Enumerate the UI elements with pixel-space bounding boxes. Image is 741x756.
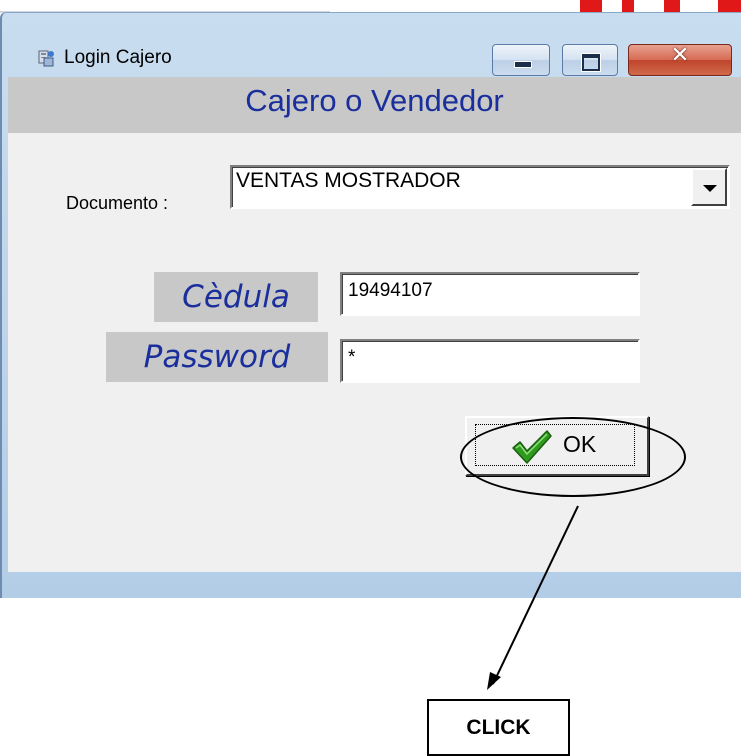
annotation-ellipse — [460, 417, 686, 497]
window-title: Login Cajero — [64, 47, 172, 68]
minimize-button[interactable] — [492, 44, 550, 76]
background-red-mark — [580, 0, 602, 12]
maximize-button[interactable] — [562, 44, 618, 76]
documento-dropdown-button[interactable] — [691, 168, 727, 206]
heading-band: Cajero o Vendedor — [8, 77, 741, 133]
background-red-mark — [664, 0, 680, 12]
password-label: Password — [106, 332, 328, 382]
maximize-icon — [582, 54, 600, 71]
password-input[interactable]: * — [340, 339, 640, 383]
dialog-client-area: Cajero o Vendedor Documento : VENTAS MOS… — [8, 77, 741, 572]
cedula-label: Cèdula — [154, 272, 318, 322]
background-red-mark — [622, 0, 634, 12]
arrow-head-icon — [487, 672, 501, 690]
cedula-input[interactable]: 19494107 — [340, 272, 640, 316]
login-cajero-app-icon — [38, 50, 54, 67]
documento-select[interactable]: VENTAS MOSTRADOR — [230, 165, 730, 209]
click-annotation-label: CLICK — [427, 699, 570, 756]
close-icon: ✕ — [670, 43, 690, 68]
background-red-mark — [718, 0, 741, 12]
chevron-down-icon — [703, 185, 717, 192]
form-heading: Cajero o Vendedor — [245, 83, 504, 118]
documento-label: Documento : — [66, 193, 169, 213]
documento-selected-value: VENTAS MOSTRADOR — [236, 169, 461, 192]
close-button[interactable]: ✕ — [628, 43, 732, 76]
minimize-icon — [514, 61, 532, 68]
title-bar[interactable]: Login Cajero ✕ — [2, 13, 741, 85]
